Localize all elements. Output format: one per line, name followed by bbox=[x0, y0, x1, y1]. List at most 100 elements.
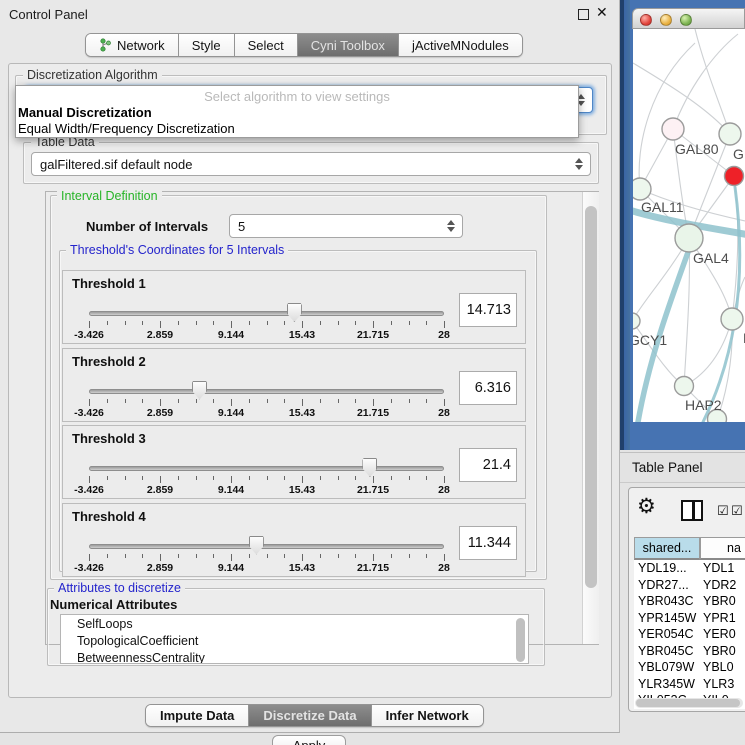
cell-shared-name[interactable]: YLR345W bbox=[634, 676, 700, 693]
threshold-slider[interactable]: -3.4262.8599.14415.4321.71528 bbox=[81, 454, 461, 494]
apply-button[interactable]: Apply bbox=[272, 735, 346, 745]
threshold-value-field[interactable] bbox=[459, 371, 517, 405]
cell-name[interactable]: YDL1 bbox=[700, 560, 745, 577]
control-panel: Control Panel ✕ Network Style Select Cyni T… bbox=[0, 0, 620, 733]
tab-network[interactable]: Network bbox=[86, 34, 178, 56]
algorithm-option-equal-width[interactable]: Equal Width/Frequency Discretization bbox=[18, 121, 235, 136]
cell-name[interactable]: YPR1 bbox=[700, 610, 745, 627]
gear-icon[interactable]: ⚙ bbox=[637, 494, 656, 519]
table-row[interactable]: YER054CYER0 bbox=[634, 626, 745, 643]
float-window-icon[interactable] bbox=[578, 9, 589, 20]
network-node-HAP2[interactable] bbox=[675, 377, 694, 396]
slider-ticks bbox=[89, 476, 444, 484]
cell-name[interactable]: YER0 bbox=[700, 626, 745, 643]
tab-label: Discretize Data bbox=[263, 708, 356, 723]
attribute-list-item[interactable]: SelfLoops bbox=[61, 615, 528, 632]
tab-style[interactable]: Style bbox=[178, 34, 234, 56]
vertical-scrollbar-thumb[interactable] bbox=[585, 206, 597, 588]
tab-impute-data[interactable]: Impute Data bbox=[146, 705, 248, 726]
column-header-name[interactable]: na bbox=[700, 537, 745, 560]
slider-tick-labels: -3.4262.8599.14415.4321.71528 bbox=[89, 484, 444, 496]
network-node-GCY1[interactable] bbox=[633, 313, 640, 329]
cell-shared-name[interactable]: YBR045C bbox=[634, 643, 700, 660]
horizontal-scrollbar-thumb[interactable] bbox=[636, 699, 740, 707]
cell-name[interactable]: YBR0 bbox=[700, 593, 745, 610]
network-node-node-right[interactable] bbox=[721, 308, 743, 330]
network-edge[interactable] bbox=[639, 43, 695, 189]
tab-label: Style bbox=[192, 38, 221, 53]
control-panel-titlebar: Control Panel ✕ bbox=[0, 0, 620, 28]
network-edge[interactable] bbox=[695, 29, 730, 134]
network-node-node-red[interactable] bbox=[725, 167, 744, 186]
attribute-list-item[interactable]: TopologicalCoefficient bbox=[61, 632, 528, 649]
tab-label: Select bbox=[248, 38, 284, 53]
slider-thumb[interactable] bbox=[192, 381, 207, 400]
table-row[interactable]: YBR043CYBR0 bbox=[634, 593, 745, 610]
table-row[interactable]: YDR27...YDR2 bbox=[634, 577, 745, 594]
checkbox-icon[interactable]: ☑ bbox=[731, 503, 743, 519]
numerical-attributes-list[interactable]: SelfLoopsTopologicalCoefficientBetweenne… bbox=[60, 614, 529, 664]
table-row[interactable]: YBR045CYBR0 bbox=[634, 643, 745, 660]
cell-name[interactable]: YBR0 bbox=[700, 643, 745, 660]
network-node-GAL11[interactable] bbox=[633, 178, 651, 200]
cyni-toolbox-panel: Discretization Algorithm Select algorith… bbox=[8, 63, 612, 698]
tab-select[interactable]: Select bbox=[234, 34, 297, 56]
slider-thumb[interactable] bbox=[362, 458, 377, 477]
cell-shared-name[interactable]: YDR27... bbox=[634, 577, 700, 594]
network-edge-thick[interactable] bbox=[703, 187, 740, 422]
slider-thumb[interactable] bbox=[287, 303, 302, 322]
cell-name[interactable]: YLR3 bbox=[700, 676, 745, 693]
checkbox-icon[interactable]: ☑ bbox=[717, 503, 729, 519]
cell-shared-name[interactable]: YBL079W bbox=[634, 659, 700, 676]
minimize-traffic-light-icon[interactable] bbox=[660, 14, 672, 26]
network-node-GAL80[interactable] bbox=[662, 118, 684, 140]
network-edge[interactable] bbox=[673, 34, 738, 129]
cell-name[interactable]: YBL0 bbox=[700, 659, 745, 676]
vertical-scrollbar[interactable] bbox=[582, 192, 599, 644]
attributes-group-label: Attributes to discretize bbox=[54, 581, 185, 595]
threshold-slider[interactable]: -3.4262.8599.14415.4321.71528 bbox=[81, 377, 461, 417]
algorithm-dropdown-popup: Select algorithm to view settings Manual… bbox=[15, 85, 579, 138]
tab-label: Impute Data bbox=[160, 708, 234, 723]
threshold-label: Threshold 4 bbox=[72, 509, 146, 524]
tab-infer-network[interactable]: Infer Network bbox=[371, 705, 483, 726]
tab-discretize-data[interactable]: Discretize Data bbox=[248, 705, 370, 726]
split-columns-icon[interactable] bbox=[681, 500, 703, 521]
table-row[interactable]: YLR345WYLR3 bbox=[634, 676, 745, 693]
network-node-GAL4[interactable] bbox=[675, 224, 703, 252]
bottom-tab-bar: Impute Data Discretize Data Infer Network bbox=[145, 704, 484, 727]
column-header-shared[interactable]: shared... bbox=[634, 537, 700, 560]
threshold-slider[interactable]: -3.4262.8599.14415.4321.71528 bbox=[81, 532, 461, 572]
cell-shared-name[interactable]: YBR043C bbox=[634, 593, 700, 610]
horizontal-scrollbar[interactable] bbox=[635, 698, 743, 708]
table-row[interactable]: YBL079WYBL0 bbox=[634, 659, 745, 676]
cell-shared-name[interactable]: YDL19... bbox=[634, 560, 700, 577]
zoom-traffic-light-icon[interactable] bbox=[680, 14, 692, 26]
slider-thumb[interactable] bbox=[249, 536, 264, 555]
list-scrollbar-thumb[interactable] bbox=[516, 618, 525, 662]
tab-label: Infer Network bbox=[386, 708, 469, 723]
network-node-label: HAP2 bbox=[685, 397, 722, 413]
threshold-value-field[interactable] bbox=[459, 293, 517, 327]
close-traffic-light-icon[interactable] bbox=[640, 14, 652, 26]
threshold-slider[interactable]: -3.4262.8599.14415.4321.71528 bbox=[81, 299, 461, 339]
attribute-list-item[interactable]: BetweennessCentrality bbox=[61, 649, 528, 664]
table-row[interactable]: YPR145WYPR1 bbox=[634, 610, 745, 627]
combo-arrows-icon bbox=[447, 220, 455, 232]
threshold-value-field[interactable] bbox=[459, 526, 517, 560]
number-of-intervals-combobox[interactable]: 5 bbox=[229, 214, 463, 238]
threshold-value-field[interactable] bbox=[459, 448, 517, 482]
cell-shared-name[interactable]: YPR145W bbox=[634, 610, 700, 627]
tab-cyni-toolbox[interactable]: Cyni Toolbox bbox=[297, 34, 398, 56]
algorithm-option-manual[interactable]: Manual Discretization bbox=[18, 105, 152, 120]
network-window-titlebar bbox=[632, 8, 745, 29]
close-icon[interactable]: ✕ bbox=[596, 4, 608, 21]
cell-name[interactable]: YDR2 bbox=[700, 577, 745, 594]
tab-jactivemnodules[interactable]: jActiveMNodules bbox=[398, 34, 522, 56]
table-data-combobox[interactable]: galFiltered.sif default node bbox=[31, 152, 591, 176]
network-edge[interactable] bbox=[684, 319, 732, 386]
network-canvas[interactable]: GAL80G.CGAL11GAL4GCY1HHAP2 bbox=[633, 29, 745, 422]
cell-shared-name[interactable]: YER054C bbox=[634, 626, 700, 643]
network-node-node-top-right[interactable] bbox=[719, 123, 741, 145]
table-row[interactable]: YDL19...YDL1 bbox=[634, 560, 745, 577]
